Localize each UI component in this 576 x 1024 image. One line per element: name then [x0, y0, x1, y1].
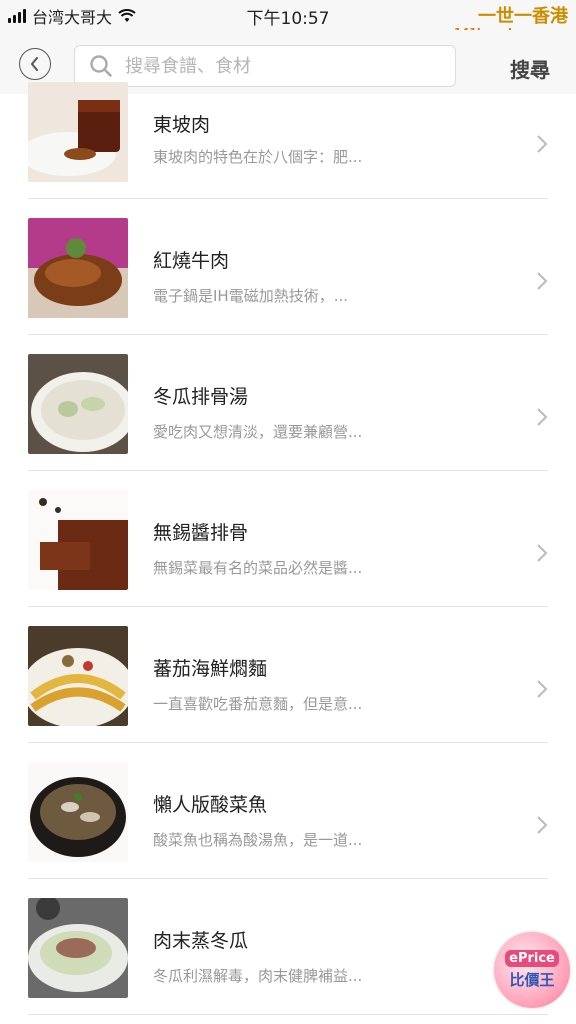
- recipe-thumbnail: [28, 490, 128, 590]
- recipe-title: 肉末蒸冬瓜: [153, 930, 249, 952]
- recipe-title: 蕃茄海鮮燜麵: [153, 658, 268, 680]
- recipe-thumbnail: [28, 762, 128, 862]
- badge-bottom-text: 比價王: [509, 971, 555, 989]
- recipe-desc: 冬瓜利濕解毒，肉末健脾補益...: [153, 967, 363, 985]
- chevron-right-icon: [537, 135, 548, 153]
- status-bar: 台湾大哥大 下午10:57 一世一香港 141hongkong.com: [0, 0, 576, 39]
- list-item[interactable]: 無錫醬排骨 無錫菜最有名的菜品必然是醬...: [0, 471, 576, 607]
- chevron-right-icon: [537, 680, 548, 698]
- badge-top-text: ePrice: [505, 950, 559, 967]
- recipe-desc: 東坡肉的特色在於八個字：肥...: [153, 148, 363, 166]
- list-item[interactable]: 蕃茄海鮮燜麵 一直喜歡吃番茄意麵，但是意...: [0, 607, 576, 743]
- list-item[interactable]: 紅燒牛肉 電子鍋是IH電磁加熱技術，...: [0, 199, 576, 335]
- search-button[interactable]: 搜尋: [510, 54, 550, 83]
- divider: [28, 1014, 548, 1015]
- search-icon: [90, 55, 112, 77]
- back-button[interactable]: [19, 48, 51, 80]
- recipe-thumbnail: [28, 82, 128, 182]
- recipe-desc: 酸菜魚也稱為酸湯魚，是一道...: [153, 831, 363, 849]
- watermark-badge: ePrice 比價王: [494, 932, 570, 1008]
- chevron-right-icon: [537, 408, 548, 426]
- chevron-right-icon: [537, 272, 548, 290]
- recipe-title: 懶人版酸菜魚: [153, 794, 268, 816]
- watermark-title: 一世一香港: [478, 6, 568, 27]
- chevron-right-icon: [537, 544, 548, 562]
- recipe-thumbnail: [28, 898, 128, 998]
- list-item[interactable]: 東坡肉 東坡肉的特色在於八個字：肥...: [0, 82, 576, 199]
- list-item[interactable]: 肉末蒸冬瓜 冬瓜利濕解毒，肉末健脾補益...: [0, 879, 576, 1015]
- recipe-thumbnail: [28, 626, 128, 726]
- recipe-thumbnail: [28, 354, 128, 454]
- list-item[interactable]: 冬瓜排骨湯 愛吃肉又想清淡，還要兼顧營...: [0, 335, 576, 471]
- recipe-title: 冬瓜排骨湯: [153, 386, 249, 408]
- recipe-desc: 電子鍋是IH電磁加熱技術，...: [153, 287, 349, 305]
- recipe-title: 無錫醬排骨: [153, 522, 249, 544]
- recipe-title: 紅燒牛肉: [153, 250, 230, 272]
- recipe-desc: 愛吃肉又想清淡，還要兼顧營...: [153, 423, 363, 441]
- recipe-desc: 一直喜歡吃番茄意麵，但是意...: [153, 695, 363, 713]
- recipe-desc: 無錫菜最有名的菜品必然是醬...: [153, 559, 363, 577]
- list-item[interactable]: 懶人版酸菜魚 酸菜魚也稱為酸湯魚，是一道...: [0, 743, 576, 879]
- search-box[interactable]: [74, 45, 456, 87]
- recipe-title: 東坡肉: [153, 114, 211, 136]
- search-input[interactable]: [123, 54, 427, 78]
- chevron-left-icon: [31, 57, 38, 71]
- recipe-list: 東坡肉 東坡肉的特色在於八個字：肥... 紅燒牛肉 電子鍋是IH電磁加熱技術，.…: [0, 82, 576, 1015]
- chevron-right-icon: [537, 816, 548, 834]
- recipe-thumbnail: [28, 218, 128, 318]
